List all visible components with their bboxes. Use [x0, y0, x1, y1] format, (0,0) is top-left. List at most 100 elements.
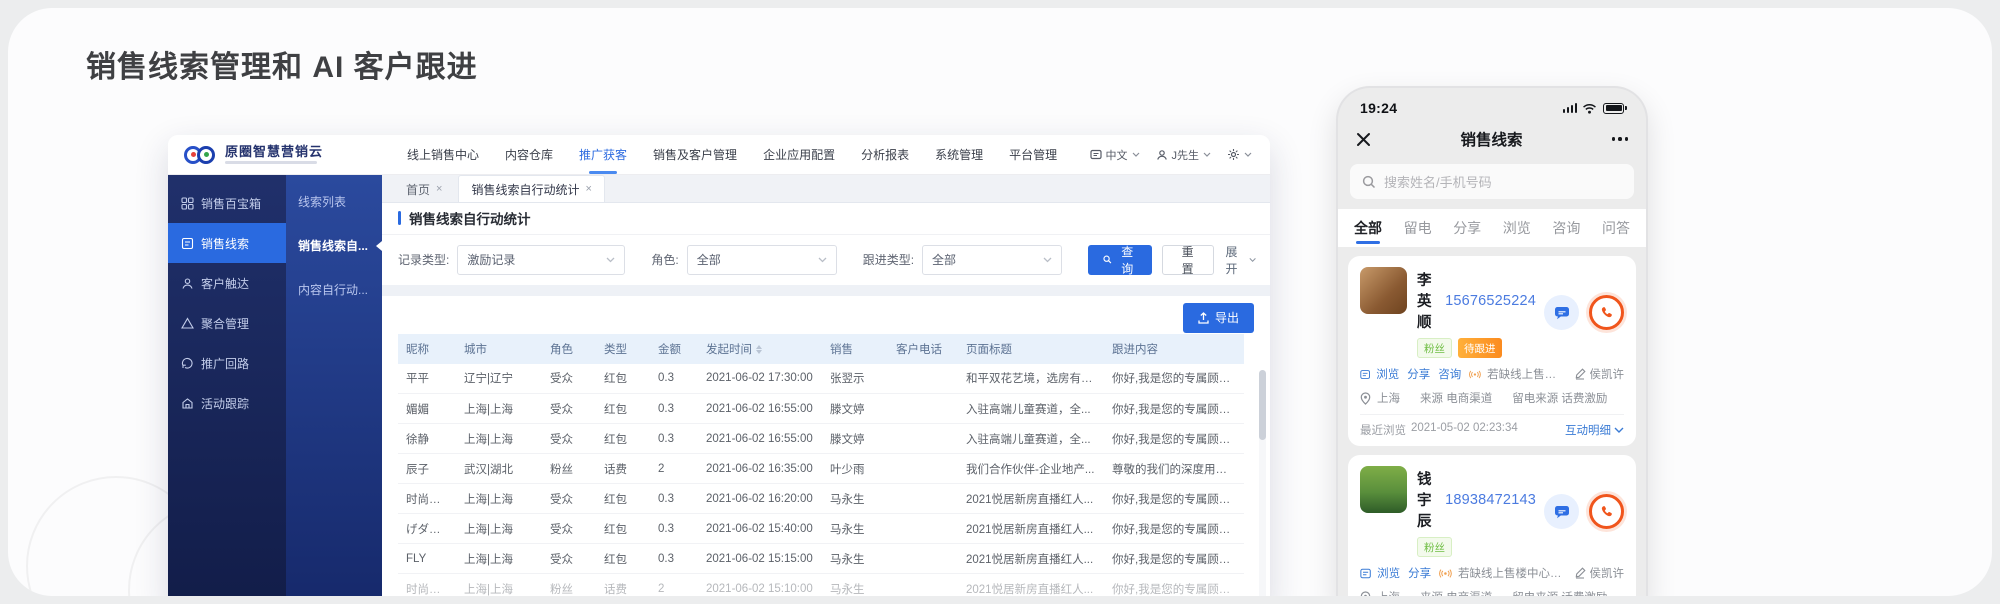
nav-item-sales-customer[interactable]: 销售及客户管理 — [640, 135, 750, 174]
search-icon — [1103, 254, 1112, 265]
chat-button[interactable] — [1544, 295, 1579, 330]
page-tabs: 首页× 销售线索自行动统计× — [382, 175, 1270, 203]
sidebar-item-promotion-loop[interactable]: 推广回路 — [168, 343, 286, 383]
lead-phone-number: 18938472143 — [1445, 492, 1536, 508]
close-tab-icon[interactable]: × — [585, 183, 591, 195]
role-select[interactable]: 全部 — [687, 245, 837, 275]
nav-item-platform[interactable]: 平台管理 — [996, 135, 1070, 174]
content-title: 销售线索自行动统计 — [409, 208, 531, 228]
chat-bubble-icon — [1554, 505, 1570, 519]
language-switcher[interactable]: 中文 — [1090, 147, 1140, 163]
followup-type-select[interactable]: 全部 — [922, 245, 1062, 275]
tab-qa[interactable]: 问答 — [1602, 209, 1630, 247]
avatar — [1360, 267, 1407, 314]
table-row[interactable]: 辰子 武汉|湖北 粉丝 话费 2 2021-06-02 16:35:00 叶少雨… — [398, 454, 1244, 484]
submenu-item-lead-list[interactable]: 线索列表 — [286, 193, 382, 210]
tab-home[interactable]: 首页× — [394, 176, 454, 202]
nav-item-enterprise-config[interactable]: 企业应用配置 — [750, 135, 848, 174]
nav-item-analytics[interactable]: 分析报表 — [848, 135, 922, 174]
user-menu[interactable]: J先生 — [1156, 147, 1212, 163]
nav-item-online-sales[interactable]: 线上销售中心 — [394, 135, 492, 174]
sidebar-item-activity-tracking[interactable]: 活动跟踪 — [168, 383, 286, 423]
lead-card[interactable]: 钱宇辰 18938472143 粉丝 — [1348, 455, 1636, 596]
browse-link[interactable]: 浏览 — [1376, 366, 1399, 382]
browse-link[interactable]: 浏览 — [1377, 565, 1400, 581]
lead-card[interactable]: 李英顺 15676525224 粉丝 待跟进 — [1348, 256, 1636, 446]
more-menu-icon[interactable] — [1612, 137, 1628, 141]
export-button[interactable]: 导出 — [1183, 303, 1254, 333]
nav-item-promotion[interactable]: 推广获客 — [566, 135, 640, 174]
tab-browse[interactable]: 浏览 — [1503, 209, 1531, 247]
chat-button[interactable] — [1544, 494, 1579, 529]
sidebar-item-aggregation[interactable]: 聚合管理 — [168, 303, 286, 343]
call-button[interactable] — [1589, 295, 1624, 330]
tab-lead-activity-stats[interactable]: 销售线索自行动统计× — [458, 175, 604, 202]
content-heading: 销售线索自行动统计 — [382, 203, 1270, 235]
share-link[interactable]: 分享 — [1408, 565, 1431, 581]
broadcast-icon — [1439, 568, 1452, 579]
logo-text: 原圈智慧营销云 — [225, 145, 323, 158]
consult-link[interactable]: 咨询 — [1438, 366, 1461, 382]
settings-menu[interactable] — [1227, 148, 1252, 161]
gear-icon — [1227, 148, 1240, 161]
sidebar-item-sales-leads[interactable]: 销售线索 — [168, 223, 286, 263]
col-page-title: 页面标题 — [958, 334, 1104, 364]
submenu-item-lead-activity[interactable]: 销售线索自... — [286, 237, 382, 254]
tab-consult[interactable]: 咨询 — [1552, 209, 1580, 247]
avatar — [1360, 466, 1407, 513]
close-tab-icon[interactable]: × — [436, 183, 442, 195]
submenu-item-content-activity[interactable]: 内容自行动... — [286, 281, 382, 298]
nav-item-content-library[interactable]: 内容仓库 — [492, 135, 566, 174]
table-row[interactable]: 平平 辽宁|辽宁 受众 红包 0.3 2021-06-02 17:30:00 张… — [398, 364, 1244, 394]
fan-badge: 粉丝 — [1417, 338, 1452, 358]
lead-phone-source: 留电来源 话费激励 — [1512, 589, 1607, 596]
table-scrollbar[interactable] — [1259, 370, 1266, 597]
logo-tagline — [225, 161, 317, 164]
col-start-time[interactable]: 发起时间 — [698, 334, 822, 364]
campaign-page: 若缺线上售楼中心... — [1487, 366, 1567, 382]
table-row[interactable]: 媚媚 上海|上海 受众 红包 0.3 2021-06-02 16:55:00 滕… — [398, 394, 1244, 424]
table-row[interactable]: げダー船長 上海|上海 受众 红包 0.3 2021-06-02 15:40:0… — [398, 514, 1244, 544]
last-visit-time: 2021-05-02 02:23:34 — [1411, 422, 1518, 438]
nav-item-system[interactable]: 系统管理 — [922, 135, 996, 174]
sidebar-item-sales-toolbox[interactable]: 销售百宝箱 — [168, 183, 286, 223]
record-type-select[interactable]: 激励记录 — [457, 245, 625, 275]
page-title: 销售线索管理和 AI 客户跟进 — [86, 42, 478, 86]
app-logo[interactable]: 原圈智慧营销云 — [168, 145, 394, 165]
tab-left-phone[interactable]: 留电 — [1404, 209, 1432, 247]
sort-icon[interactable] — [756, 345, 762, 354]
search-input[interactable]: 搜索姓名/手机号码 — [1350, 164, 1634, 199]
lead-city: 上海 — [1377, 589, 1400, 596]
search-icon — [1362, 175, 1376, 189]
share-link[interactable]: 分享 — [1407, 366, 1430, 382]
table-body: 平平 辽宁|辽宁 受众 红包 0.3 2021-06-02 17:30:00 张… — [398, 364, 1244, 597]
table-header-row: 昵称 城市 角色 类型 金额 发起时间 销售 客户电话 页面标题 跟进内容 — [398, 334, 1244, 364]
interaction-detail-link[interactable]: 互动明细 — [1565, 422, 1624, 438]
user-icon — [1156, 149, 1168, 161]
col-followup-content: 跟进内容 — [1104, 334, 1244, 364]
col-amount: 金额 — [650, 334, 698, 364]
mobile-page-title: 销售线索 — [1371, 128, 1612, 150]
signal-icon — [1563, 103, 1578, 113]
col-role: 角色 — [542, 334, 596, 364]
reset-button[interactable]: 重置 — [1162, 245, 1214, 275]
sidebar-secondary: 线索列表 销售线索自... 内容自行动... — [286, 175, 382, 596]
sidebar-item-customer-reach[interactable]: 客户触达 — [168, 263, 286, 303]
tab-all[interactable]: 全部 — [1354, 209, 1382, 247]
scrollbar-thumb[interactable] — [1259, 370, 1266, 440]
table-row[interactable]: 时尚法女孩 上海|上海 受众 红包 0.3 2021-06-02 16:20:0… — [398, 484, 1244, 514]
expand-filters-link[interactable]: 展开 — [1226, 243, 1256, 277]
lead-phone-source: 留电来源 话费激励 — [1512, 390, 1607, 406]
col-nickname: 昵称 — [398, 334, 456, 364]
agent-pen-icon — [1574, 567, 1586, 579]
tab-share[interactable]: 分享 — [1453, 209, 1481, 247]
results-table-card: 导出 昵称 城市 角色 类型 金 — [382, 296, 1270, 597]
close-icon[interactable] — [1356, 132, 1371, 147]
search-button[interactable]: 查询 — [1088, 245, 1152, 275]
table-row[interactable]: FLY 上海|上海 受众 红包 0.3 2021-06-02 15:15:00 … — [398, 544, 1244, 574]
table-row[interactable]: 徐静 上海|上海 受众 红包 0.3 2021-06-02 16:55:00 滕… — [398, 424, 1244, 454]
table-row[interactable]: 时尚法女孩 上海|上海 粉丝 话费 2 2021-06-02 15:10:00 … — [398, 574, 1244, 597]
layers-icon — [181, 317, 194, 330]
call-button[interactable] — [1589, 494, 1624, 529]
leads-activity-table: 昵称 城市 角色 类型 金额 发起时间 销售 客户电话 页面标题 跟进内容 — [398, 334, 1244, 597]
